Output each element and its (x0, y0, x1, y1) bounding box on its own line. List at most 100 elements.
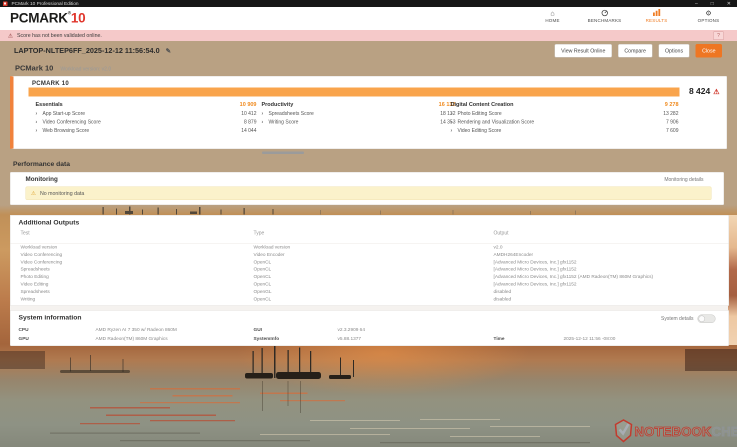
system-information-card: System information System details CPU AM… (10, 310, 729, 346)
cell-test: Video Editing (20, 281, 49, 287)
cell-test: Video Conferencing (20, 259, 63, 265)
expand-icon[interactable]: › (262, 120, 269, 126)
result-name: LAPTOP-NLTEP6FF_2025-12-12 11:56:54.0 (14, 47, 160, 55)
monitoring-card: Monitoring Monitoring details ⚠ No monit… (10, 172, 724, 205)
monitoring-title: Monitoring (25, 175, 58, 183)
cell-test: Photo Editing (20, 274, 49, 280)
cell-type: OpenCL (253, 266, 272, 273)
column-output: Output (493, 230, 509, 237)
test-row: › Video Conferencing Score 8 879 (36, 118, 257, 127)
table-row: Writing OpenCL disabled (11, 296, 729, 303)
logo-text: PCMARK (10, 10, 68, 26)
options-button[interactable]: Options (658, 44, 690, 58)
cell-test: Workload version (20, 244, 58, 251)
test-name: Rendering and Visualization Score (457, 119, 535, 126)
table-row: Video Conferencing Video Encoder AMDH264… (11, 251, 729, 258)
test-row: › App Start-up Score 10 412 (36, 110, 257, 119)
close-button[interactable]: Close (695, 44, 722, 58)
score-warning-icon: ⚠ (713, 87, 720, 96)
app-icon (3, 1, 8, 6)
test-score: 14 044 (241, 128, 257, 134)
additional-outputs-card: Additional Outputs Test Type Output Work… (10, 215, 729, 306)
expand-icon[interactable]: › (451, 128, 458, 134)
total-score: 8 424 (688, 86, 711, 97)
test-name: Video Conferencing Score (42, 119, 101, 126)
system-details-toggle[interactable] (697, 314, 716, 323)
compare-button[interactable]: Compare (617, 44, 653, 58)
results-icon (635, 9, 678, 18)
main-nav: ⌂ HOME BENCHMARKS RESULTS ⚙ OPTIONS (531, 9, 730, 23)
group-score: 9 278 (664, 101, 679, 108)
cell-output: disabled (493, 288, 512, 295)
test-row: › Rendering and Visualization Score 7 90… (451, 118, 679, 127)
svg-text:NOTEBOOKCHECK: NOTEBOOKCHECK (635, 424, 737, 439)
window-title: PCMark 10 Professional Edition (11, 0, 79, 7)
minimize-button[interactable]: – (695, 1, 698, 7)
additional-outputs-rows: Workload version Workload version v2.0 V… (10, 243, 729, 304)
cpu-value: AMD Ryzen AI 7 350 w/ Radeon 860M (95, 327, 177, 333)
scrollbar-thumb[interactable] (262, 151, 304, 154)
test-name: Video Editing Score (457, 128, 502, 134)
expand-icon[interactable]: › (36, 120, 43, 126)
performance-data-title: Performance data (13, 160, 71, 168)
toggle-knob (698, 315, 705, 322)
score-group-essentials: Essentials 10 909 › App Start-up Score 1… (36, 100, 257, 136)
score-heading-title: PCMark 10 (15, 64, 54, 73)
maximize-button[interactable]: □ (711, 1, 714, 7)
nav-home[interactable]: ⌂ HOME (531, 9, 574, 23)
time-value: 2025-12-12 11:56 -08:00 (563, 336, 616, 342)
help-button[interactable]: ? (713, 31, 724, 40)
gpu-value: AMD Radeon(TM) 860M Graphics (95, 336, 168, 342)
score-heading: PCMark 10 Workload version: v2.0 (15, 64, 111, 73)
cell-test: Video Conferencing (20, 251, 63, 258)
watermark-text-check: CHECK (712, 424, 737, 439)
validation-message: Score has not been validated online. (16, 32, 102, 39)
expand-icon[interactable]: › (451, 111, 458, 117)
expand-icon[interactable]: › (36, 128, 43, 134)
cell-test: Spreadsheets (20, 288, 50, 295)
test-row: › Video Editing Score 7 609 (451, 127, 679, 136)
monitoring-details-link[interactable]: Monitoring details (664, 177, 703, 183)
cell-output: v2.0 (493, 244, 503, 251)
nav-label: BENCHMARKS (587, 18, 622, 23)
system-information-title: System information (18, 313, 82, 322)
screenshot-root: PCMark 10 Professional Edition – □ ✕ PCM… (0, 0, 737, 447)
gui-value: v2.3.2909 64 (337, 327, 365, 333)
nav-label: OPTIONS (697, 18, 720, 23)
score-card-title: PCMARK 10 (32, 79, 69, 87)
warning-icon: ⚠ (8, 32, 13, 39)
gear-icon: ⚙ (705, 9, 712, 17)
nav-results[interactable]: RESULTS (635, 9, 678, 23)
nav-label: HOME (545, 18, 560, 23)
close-window-button[interactable]: ✕ (727, 1, 731, 7)
group-name: Digital Content Creation (450, 101, 514, 108)
cell-output: [Advanced Micro Devices, Inc.] gfx1152 (493, 259, 577, 265)
test-score: 8 879 (243, 119, 257, 126)
cell-test: Spreadsheets (20, 266, 50, 273)
nav-label: RESULTS (645, 18, 668, 23)
cell-type: OpenCL (253, 274, 272, 280)
no-monitoring-text: No monitoring data (39, 190, 85, 197)
group-name: Productivity (261, 101, 294, 108)
column-type: Type (253, 230, 265, 237)
right-scrollbar-strip[interactable] (728, 215, 737, 345)
expand-icon[interactable]: › (36, 111, 43, 117)
os-titlebar: PCMark 10 Professional Edition – □ ✕ (0, 0, 737, 7)
view-result-online-button[interactable]: View Result Online (554, 44, 612, 58)
systeminfo-value: v5.88.1377 (337, 336, 362, 342)
additional-outputs-title: Additional Outputs (18, 218, 80, 227)
expand-icon[interactable]: › (451, 120, 458, 126)
group-name: Essentials (35, 101, 63, 108)
cell-type: Video Encoder (253, 251, 285, 258)
home-icon: ⌂ (550, 9, 555, 17)
test-score: 13 282 (663, 111, 679, 117)
edit-icon[interactable]: ✎ (166, 47, 171, 55)
expand-icon[interactable]: › (262, 111, 269, 117)
cell-output: [Advanced Micro Devices, Inc.] gfx1152 (493, 266, 577, 273)
test-name: Web Browsing Score (42, 128, 90, 134)
nav-options[interactable]: ⚙ OPTIONS (687, 9, 730, 23)
table-row: Photo Editing OpenCL [Advanced Micro Dev… (11, 274, 729, 281)
nav-benchmarks[interactable]: BENCHMARKS (583, 9, 626, 23)
time-label: Time (493, 336, 505, 342)
score-bar (28, 87, 680, 97)
